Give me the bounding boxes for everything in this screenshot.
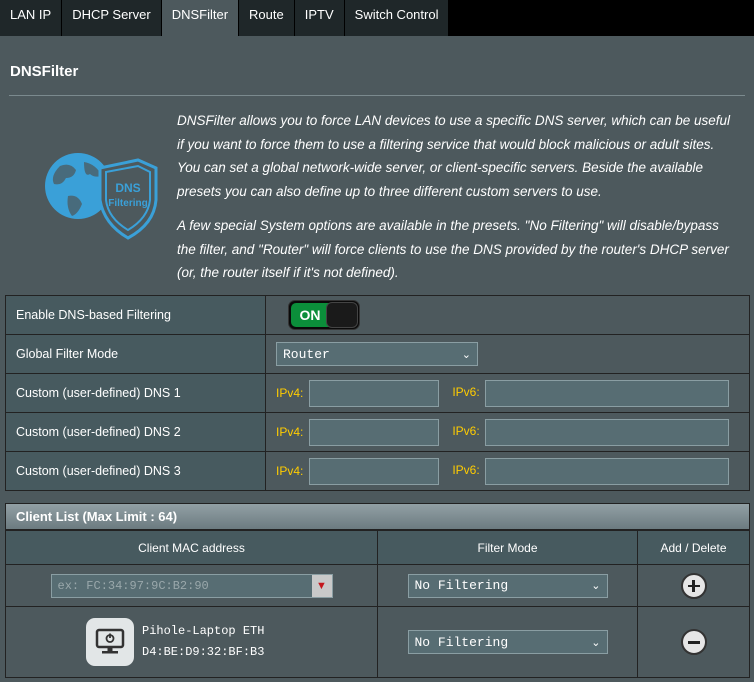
svg-text:Filtering: Filtering [108, 198, 147, 209]
column-header-add-delete: Add / Delete [637, 530, 750, 565]
custom-dns-1-ipv4-input[interactable] [308, 379, 439, 407]
minus-icon [687, 641, 700, 644]
page-description: DNSFilter allows you to force LAN device… [177, 109, 737, 285]
custom-dns-3-label: Custom (user-defined) DNS 3 [5, 451, 266, 491]
dns-filtering-logo-icon: DNS Filtering [45, 153, 158, 240]
settings-row-custom-dns-3: Custom (user-defined) DNS 3 IPv4: IPv6: [5, 451, 750, 491]
client-name: Pihole-Laptop ETH [142, 624, 265, 638]
global-filter-mode-label: Global Filter Mode [5, 334, 266, 374]
tab-dnsfilter[interactable]: DNSFilter [161, 0, 240, 36]
page-title: DNSFilter [10, 63, 79, 80]
ipv4-label: IPv4: [276, 463, 304, 478]
custom-dns-2-ipv4-input[interactable] [308, 418, 439, 446]
new-client-filter-mode-select[interactable]: No Filtering ⌄ [407, 573, 608, 598]
ipv4-label: IPv4: [276, 385, 304, 400]
tab-dhcp-server[interactable]: DHCP Server [62, 0, 162, 36]
chevron-down-icon: ⌄ [591, 635, 601, 649]
settings-row-enable: Enable DNS-based Filtering ON [5, 295, 750, 335]
chevron-down-icon: ⌄ [461, 347, 471, 361]
delete-client-button[interactable] [680, 629, 707, 655]
ipv6-label: IPv6: [452, 424, 480, 439]
client-filter-mode-value: No Filtering [414, 634, 509, 650]
settings-row-custom-dns-1: Custom (user-defined) DNS 1 IPv4: IPv6: [5, 373, 750, 413]
toggle-knob [326, 302, 358, 328]
settings-row-custom-dns-2: Custom (user-defined) DNS 2 IPv4: IPv6: [5, 412, 750, 452]
description-paragraph-1: DNSFilter allows you to force LAN device… [177, 113, 730, 199]
ipv6-label: IPv6: [452, 385, 480, 400]
column-header-mac: Client MAC address [5, 530, 378, 565]
client-mac: D4:BE:D9:32:BF:B3 [142, 645, 265, 659]
new-client-filter-mode-value: No Filtering [414, 578, 509, 593]
tab-bar: LAN IP DHCP Server DNSFilter Route IPTV … [0, 0, 754, 36]
svg-text:DNS: DNS [115, 181, 140, 195]
global-filter-mode-value: Router [283, 346, 330, 362]
custom-dns-2-label: Custom (user-defined) DNS 2 [5, 412, 266, 452]
enable-filtering-label: Enable DNS-based Filtering [5, 295, 266, 335]
custom-dns-1-ipv6-input[interactable] [485, 379, 730, 407]
client-list-header: Client List (Max Limit : 64) [5, 503, 750, 530]
custom-dns-3-ipv6-input[interactable] [485, 457, 730, 485]
settings-row-mode: Global Filter Mode Router ⌄ [5, 334, 750, 374]
ipv4-label: IPv4: [276, 424, 304, 439]
client-filter-mode-select[interactable]: No Filtering ⌄ [407, 630, 608, 654]
client-list-table: Client MAC address Filter Mode Add / Del… [5, 530, 750, 678]
column-header-filter-mode: Filter Mode [377, 530, 638, 565]
add-client-button[interactable] [680, 572, 707, 599]
ipv6-label: IPv6: [452, 463, 480, 478]
tab-iptv[interactable]: IPTV [294, 0, 345, 36]
enable-filtering-toggle[interactable]: ON [288, 300, 360, 330]
title-divider [9, 95, 745, 96]
tab-route[interactable]: Route [239, 0, 295, 36]
global-filter-mode-select[interactable]: Router ⌄ [276, 342, 478, 366]
client-dropdown-icon[interactable]: ▼ [311, 574, 332, 597]
toggle-on-label: ON [291, 303, 329, 327]
custom-dns-1-label: Custom (user-defined) DNS 1 [5, 373, 266, 413]
mac-address-input[interactable]: ex: FC:34:97:9C:B2:90 ▼ [50, 573, 333, 598]
settings-table: Enable DNS-based Filtering ON Global Fil… [5, 295, 750, 491]
custom-dns-3-ipv4-input[interactable] [308, 457, 439, 485]
tab-switch-control[interactable]: Switch Control [344, 0, 450, 36]
tab-lan-ip[interactable]: LAN IP [0, 0, 63, 36]
description-paragraph-2: A few special System options are availab… [177, 218, 729, 280]
mac-address-placeholder: ex: FC:34:97:9C:B2:90 [57, 578, 209, 593]
client-list-columns: Client MAC address Filter Mode Add / Del… [5, 530, 750, 565]
client-row: Pihole-Laptop ETH D4:BE:D9:32:BF:B3 No F… [5, 606, 750, 678]
new-client-row: ex: FC:34:97:9C:B2:90 ▼ No Filtering ⌄ [5, 564, 750, 607]
custom-dns-2-ipv6-input[interactable] [485, 418, 730, 446]
chevron-down-icon: ⌄ [591, 579, 601, 592]
desktop-device-icon [86, 618, 134, 666]
